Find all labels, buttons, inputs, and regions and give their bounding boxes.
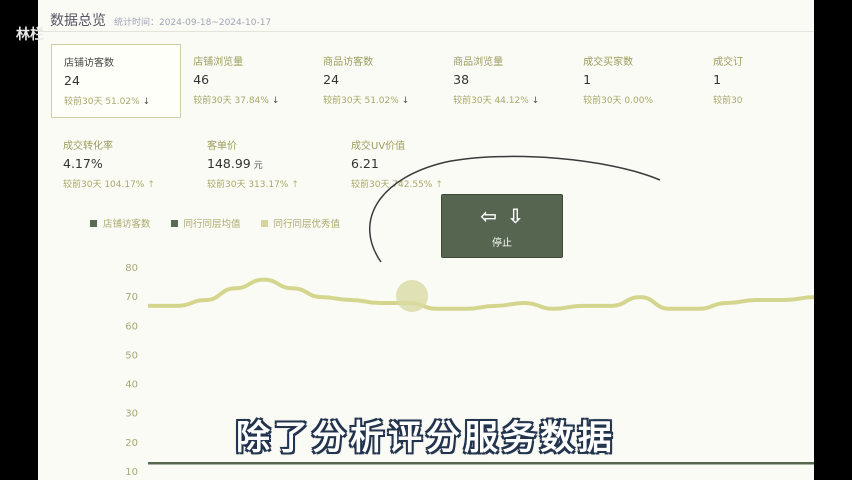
arrow-left-icon: ⇦	[480, 203, 497, 228]
video-subtitle: 除了分析评分服务数据	[235, 417, 616, 459]
dashboard-panel: 数据总览 统计时间：2024-09-18~2024-10-17 店铺访客数 24 较…	[38, 0, 814, 480]
watermark-text: 林栏	[16, 27, 44, 43]
y-tick-label: 50	[125, 350, 138, 361]
y-tick-label: 70	[125, 292, 138, 303]
stop-button[interactable]: ⇦ ⇩ 停止	[441, 194, 563, 258]
y-tick-label: 10	[125, 467, 138, 478]
y-tick-label: 40	[125, 380, 138, 391]
y-tick-label: 80	[125, 263, 138, 274]
y-tick-label: 60	[125, 321, 138, 332]
trend-chart: 8070605040302010	[125, 155, 814, 478]
stop-button-label: 停止	[492, 237, 512, 249]
arrow-down-icon: ⇩	[507, 203, 524, 228]
series-line	[148, 277, 814, 311]
cursor-highlight	[396, 280, 428, 312]
